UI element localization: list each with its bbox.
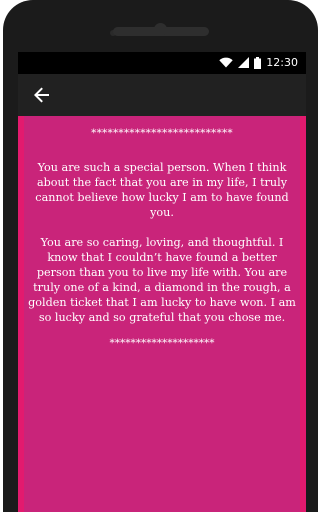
top-divider: ************************** xyxy=(91,127,233,139)
arrow-back-icon[interactable] xyxy=(30,83,54,107)
message-card: ************************** You are such … xyxy=(24,116,300,512)
status-time: 12:30 xyxy=(266,56,298,69)
wifi-icon xyxy=(219,57,233,68)
message-paragraph-1: You are such a special person. When I th… xyxy=(35,161,289,219)
bottom-divider: ******************** xyxy=(109,337,215,349)
front-camera xyxy=(154,23,167,36)
status-bar: 12:30 xyxy=(18,52,306,74)
battery-icon xyxy=(254,56,262,69)
message-paragraph-2: You are so caring, loving, and thoughtfu… xyxy=(28,236,296,324)
status-icons: 12:30 xyxy=(219,56,298,69)
phone-frame: 12:30 ************************** You are… xyxy=(3,0,318,512)
app-bar xyxy=(18,74,306,116)
screen: 12:30 ************************** You are… xyxy=(18,52,306,512)
cell-signal-icon xyxy=(238,57,250,68)
